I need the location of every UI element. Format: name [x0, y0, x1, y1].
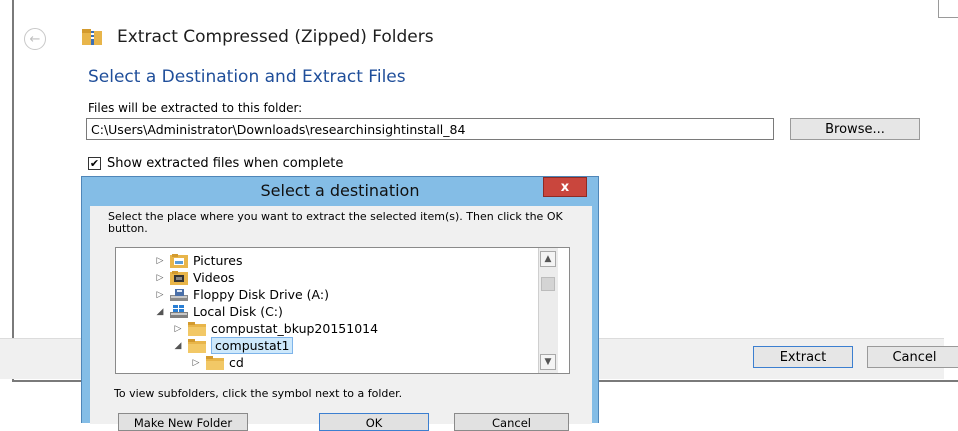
scroll-up-arrow-icon[interactable]: ▲	[540, 251, 556, 267]
zip-folder-icon	[82, 29, 102, 45]
tree-item-label: Local Disk (C:)	[193, 304, 283, 319]
cancel-button[interactable]: Cancel	[867, 346, 958, 368]
tree-item-videos[interactable]: ▷ Videos	[154, 269, 235, 286]
close-icon: x	[560, 179, 570, 195]
tree-scrollbar[interactable]: ▲ ▼	[538, 248, 558, 373]
collapse-arrow-icon[interactable]: ◢	[154, 307, 166, 317]
tree-item-label: compustat1	[211, 337, 294, 354]
folder-tree[interactable]: ▷ Pictures ▷ Videos ▷ Floppy Disk Drive …	[115, 247, 570, 374]
folder-icon	[188, 321, 206, 336]
tree-item-local-disk[interactable]: ◢ Local Disk (C:)	[154, 303, 283, 320]
tree-item-floppy-drive[interactable]: ▷ Floppy Disk Drive (A:)	[154, 286, 329, 303]
scroll-thumb[interactable]	[541, 277, 555, 291]
tree-item-cd[interactable]: ▷ cd	[190, 354, 244, 371]
dialog-close-button[interactable]: x	[543, 177, 587, 197]
tree-item-label: Pictures	[193, 253, 243, 268]
destination-path-label: Files will be extracted to this folder:	[88, 101, 303, 115]
expand-arrow-icon[interactable]: ▷	[154, 273, 166, 283]
subfolder-hint: To view subfolders, click the symbol nex…	[114, 387, 403, 400]
pictures-folder-icon	[170, 253, 188, 268]
tree-item-compustat-bkup[interactable]: ▷ compustat_bkup20151014	[172, 320, 379, 337]
folder-icon	[206, 355, 224, 370]
tree-item-label: compustat_bkup20151014	[211, 321, 379, 336]
tree-item-pictures[interactable]: ▷ Pictures	[154, 252, 243, 269]
show-files-checkbox[interactable]: ✔	[88, 157, 101, 170]
expand-arrow-icon[interactable]: ▷	[154, 256, 166, 266]
window-corner-edge	[938, 0, 958, 18]
tree-item-label: Videos	[193, 270, 235, 285]
tree-item-label: cd	[229, 355, 244, 370]
scroll-down-arrow-icon[interactable]: ▼	[540, 354, 556, 370]
back-arrow-icon: ←	[29, 31, 41, 47]
dialog-title: Select a destination	[260, 181, 420, 200]
destination-path-input[interactable]	[86, 118, 774, 140]
tree-item-label: Floppy Disk Drive (A:)	[193, 287, 329, 302]
dialog-cancel-button[interactable]: Cancel	[454, 413, 569, 431]
make-new-folder-button[interactable]: Make New Folder	[118, 413, 248, 431]
select-destination-dialog: Select a destination x Select the place …	[81, 176, 599, 431]
videos-folder-icon	[170, 270, 188, 285]
section-heading: Select a Destination and Extract Files	[88, 67, 406, 87]
collapse-arrow-icon[interactable]: ◢	[172, 341, 184, 351]
back-button[interactable]: ←	[24, 28, 46, 50]
show-files-label: Show extracted files when complete	[107, 156, 344, 171]
show-extracted-files-option[interactable]: ✔ Show extracted files when complete	[88, 156, 343, 171]
ok-button[interactable]: OK	[319, 413, 429, 431]
extract-button[interactable]: Extract	[753, 346, 853, 368]
tree-item-compustat1[interactable]: ◢ compustat1	[172, 337, 294, 354]
dialog-instruction: Select the place where you want to extra…	[108, 210, 563, 235]
browse-button[interactable]: Browse...	[790, 118, 920, 140]
local-disk-icon	[170, 304, 188, 318]
floppy-drive-icon	[170, 288, 188, 301]
expand-arrow-icon[interactable]: ▷	[154, 290, 166, 300]
expand-arrow-icon[interactable]: ▷	[190, 358, 202, 368]
expand-arrow-icon[interactable]: ▷	[172, 324, 184, 334]
folder-icon	[188, 338, 206, 353]
wizard-title: Extract Compressed (Zipped) Folders	[117, 27, 434, 47]
